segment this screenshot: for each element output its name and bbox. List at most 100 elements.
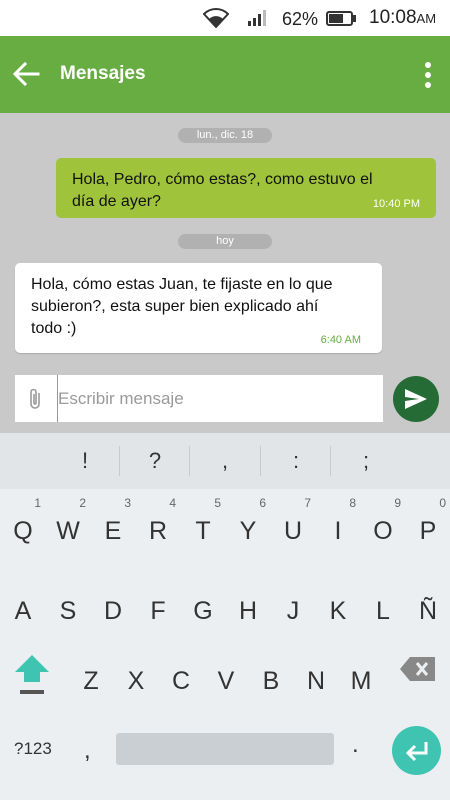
wifi-icon — [203, 8, 229, 28]
key-o[interactable]: 9O — [361, 496, 405, 556]
suggestion-key[interactable]: ? — [120, 433, 190, 489]
composer — [15, 375, 383, 422]
key-label: R — [148, 517, 168, 545]
key-label: S — [59, 597, 77, 625]
clock: 10:08AM — [369, 7, 436, 29]
message-line: día de ayer? — [72, 193, 161, 210]
period-key[interactable]: . — [352, 731, 359, 759]
key-hint: 4 — [169, 496, 176, 510]
key-hint: 8 — [349, 496, 356, 510]
suggestion-key[interactable]: : — [261, 433, 331, 489]
key-x[interactable]: X — [114, 646, 158, 706]
key-label: Ñ — [418, 597, 438, 625]
key-q[interactable]: 1Q — [1, 496, 45, 556]
enter-key[interactable] — [392, 726, 441, 775]
key-z[interactable]: Z — [69, 646, 113, 706]
key-label: B — [262, 667, 280, 695]
send-button[interactable] — [393, 376, 439, 422]
suggestion-strip: ! ? , : ; — [0, 433, 450, 489]
cell-signal-icon — [248, 10, 266, 26]
key-enye[interactable]: Ñ — [406, 576, 450, 636]
app-bar: Mensajes — [0, 36, 450, 113]
key-b[interactable]: B — [249, 646, 293, 706]
key-r[interactable]: 4R — [136, 496, 180, 556]
paperclip-icon[interactable] — [25, 387, 45, 411]
key-hint: 0 — [439, 496, 446, 510]
key-s[interactable]: S — [46, 576, 90, 636]
key-hint: 5 — [214, 496, 221, 510]
key-v[interactable]: V — [204, 646, 248, 706]
key-a[interactable]: A — [1, 576, 45, 636]
key-g[interactable]: G — [181, 576, 225, 636]
key-label: Q — [13, 517, 33, 545]
key-h[interactable]: H — [226, 576, 270, 636]
key-k[interactable]: K — [316, 576, 360, 636]
suggestion-key[interactable]: ! — [50, 433, 120, 489]
keyboard: ! ? , : ; 1Q 2W 3E 4R 5T 6Y 7U 8I 9O 0P … — [0, 433, 450, 800]
key-m[interactable]: M — [339, 646, 383, 706]
key-hint: 6 — [259, 496, 266, 510]
key-y[interactable]: 6Y — [226, 496, 270, 556]
clock-suffix: AM — [416, 11, 437, 26]
message-line: Hola, Pedro, cómo estas?, como estuvo el — [72, 171, 373, 188]
message-line: todo :) — [31, 320, 77, 337]
page-title: Mensajes — [60, 63, 146, 84]
key-label: K — [329, 597, 347, 625]
key-n[interactable]: N — [294, 646, 338, 706]
clock-time: 10:08 — [369, 7, 417, 28]
message-outgoing[interactable]: Hola, Pedro, cómo estas?, como estuvo el… — [56, 158, 436, 218]
key-label: L — [376, 597, 390, 625]
message-text: Hola, cómo estas Juan, te fijaste en lo … — [31, 274, 333, 340]
key-label: Z — [83, 667, 99, 695]
key-label: D — [103, 597, 123, 625]
message-text: Hola, Pedro, cómo estas?, como estuvo el… — [72, 169, 373, 213]
key-label: G — [193, 597, 213, 625]
battery-icon — [326, 11, 356, 26]
date-separator: lun., dic. 18 — [178, 128, 272, 143]
status-bar: 62% 10:08AM — [0, 0, 450, 36]
message-line: Hola, cómo estas Juan, te fijaste en lo … — [31, 276, 333, 293]
key-e[interactable]: 3E — [91, 496, 135, 556]
key-i[interactable]: 8I — [316, 496, 360, 556]
suggestion-key[interactable]: , — [190, 433, 260, 489]
shift-icon[interactable] — [12, 652, 52, 698]
key-t[interactable]: 5T — [181, 496, 225, 556]
key-label: O — [373, 517, 393, 545]
key-label: J — [286, 597, 300, 625]
key-label: E — [104, 517, 122, 545]
battery-percent: 62% — [282, 9, 319, 29]
key-u[interactable]: 7U — [271, 496, 315, 556]
key-label: A — [14, 597, 32, 625]
key-hint: 1 — [34, 496, 41, 510]
suggestion-key[interactable]: ; — [331, 433, 401, 489]
space-key[interactable] — [116, 733, 334, 765]
key-d[interactable]: D — [91, 576, 135, 636]
comma-key[interactable]: , — [84, 737, 91, 765]
message-input[interactable] — [57, 375, 377, 422]
back-arrow-icon[interactable] — [12, 60, 40, 88]
key-f[interactable]: F — [136, 576, 180, 636]
key-hint: 3 — [124, 496, 131, 510]
symbols-key[interactable]: ?123 — [14, 739, 52, 759]
enter-icon — [405, 742, 428, 762]
key-label: C — [171, 667, 191, 695]
key-hint: 9 — [394, 496, 401, 510]
message-time: 6:40 AM — [320, 334, 361, 346]
message-incoming[interactable]: Hola, cómo estas Juan, te fijaste en lo … — [15, 263, 382, 353]
key-w[interactable]: 2W — [46, 496, 90, 556]
key-p[interactable]: 0P — [406, 496, 450, 556]
key-hint: 7 — [304, 496, 311, 510]
message-line: subieron?, esta super bien explicado ahí — [31, 298, 319, 315]
key-label: Y — [239, 517, 257, 545]
key-label: H — [238, 597, 258, 625]
key-label: I — [334, 517, 342, 545]
key-hint: 2 — [79, 496, 86, 510]
backspace-icon[interactable] — [398, 655, 438, 683]
key-c[interactable]: C — [159, 646, 203, 706]
key-l[interactable]: L — [361, 576, 405, 636]
key-label: P — [419, 517, 437, 545]
more-vert-icon[interactable] — [418, 60, 438, 90]
send-icon — [405, 389, 427, 409]
key-j[interactable]: J — [271, 576, 315, 636]
date-separator: hoy — [178, 234, 272, 249]
